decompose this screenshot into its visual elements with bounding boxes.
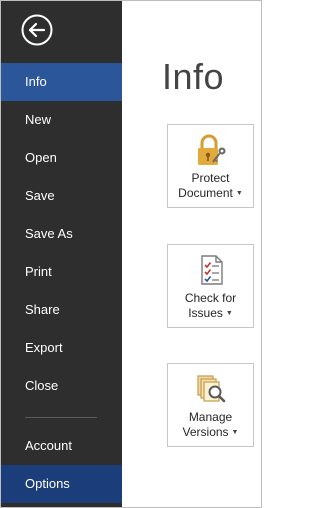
lock-key-icon [197,134,225,165]
page-title: Info [162,56,225,97]
sidebar-item-share[interactable]: Share [1,291,122,329]
sidebar-item-save-as[interactable]: Save As [1,215,122,253]
check-for-issues-line1: Check for [184,291,237,305]
manage-versions-line2: Versions ▼ [168,425,253,440]
manage-versions-label: Manage Versions ▼ [168,410,253,440]
info-pane: Info Protect Document ▼ Check for Issues… [122,1,261,507]
protect-document-button[interactable]: Protect Document ▼ [167,124,254,208]
sidebar-item-open[interactable]: Open [1,139,122,177]
back-arrow-icon [21,14,53,46]
versions-search-icon [196,375,225,403]
back-button[interactable] [21,14,53,46]
sidebar-item-new[interactable]: New [1,101,122,139]
sidebar-item-save[interactable]: Save [1,177,122,215]
sidebar-item-info[interactable]: Info [1,63,122,101]
protect-document-label: Protect Document ▼ [168,171,253,201]
protect-document-line1: Protect [191,171,230,185]
chevron-down-icon: ▼ [231,429,239,437]
check-for-issues-label: Check for Issues ▼ [168,291,253,321]
chevron-down-icon: ▼ [225,310,233,318]
check-for-issues-line2: Issues ▼ [168,306,253,321]
checklist-document-icon [200,255,223,285]
sidebar-item-options[interactable]: Options [1,465,122,503]
manage-versions-button[interactable]: Manage Versions ▼ [167,363,254,447]
sidebar-item-export[interactable]: Export [1,329,122,367]
protect-document-line2: Document ▼ [168,186,253,201]
check-for-issues-line2-text: Issues [188,306,223,320]
sidebar-item-account[interactable]: Account [1,427,122,465]
manage-versions-line1: Manage [188,410,233,424]
sidebar-divider [25,417,97,418]
chevron-down-icon: ▼ [235,190,243,198]
check-for-issues-button[interactable]: Check for Issues ▼ [167,244,254,328]
sidebar-item-print[interactable]: Print [1,253,122,291]
sidebar-item-close[interactable]: Close [1,367,122,405]
backstage-sidebar: Info New Open Save Save As Print Share E… [1,1,122,507]
protect-document-line2-text: Document [178,186,233,200]
manage-versions-line2-text: Versions [182,425,229,439]
